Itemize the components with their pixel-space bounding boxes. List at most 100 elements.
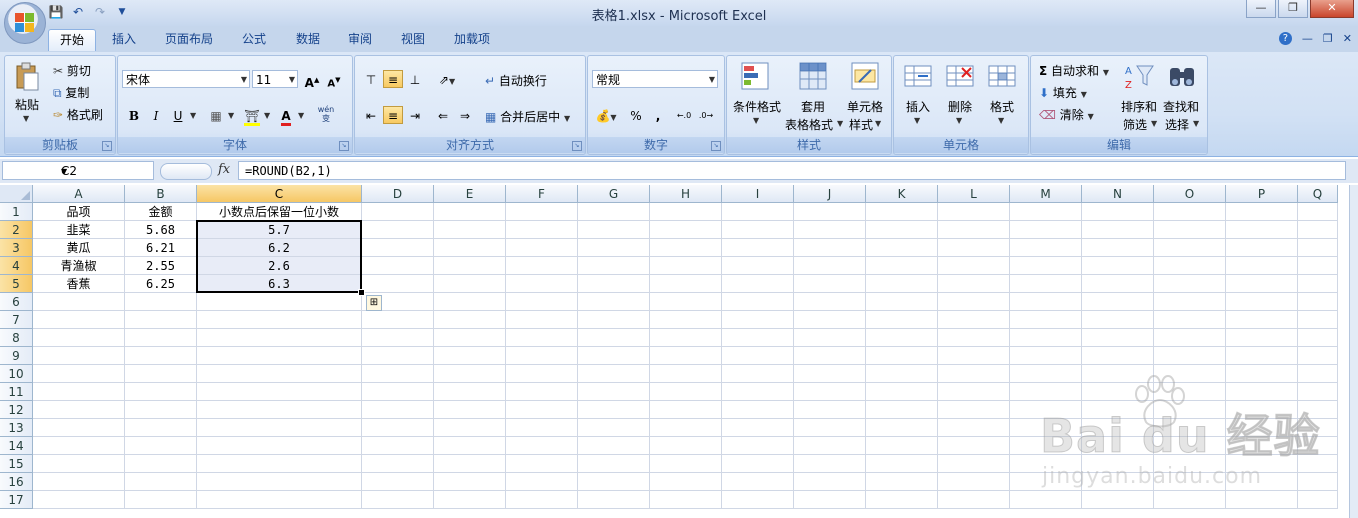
cell-i13[interactable]: [722, 419, 794, 437]
row-header-6[interactable]: 6: [0, 293, 33, 311]
cell-l9[interactable]: [938, 347, 1010, 365]
sort-filter-line1[interactable]: 排序和: [1121, 98, 1157, 115]
row-header-7[interactable]: 7: [0, 311, 33, 329]
font-launcher-icon[interactable]: ↘: [339, 141, 349, 151]
cell-m13[interactable]: [1010, 419, 1082, 437]
cell-p10[interactable]: [1226, 365, 1298, 383]
cell-h16[interactable]: [650, 473, 722, 491]
cell-e16[interactable]: [434, 473, 506, 491]
cell-styles-line2[interactable]: 样式: [849, 116, 873, 133]
cell-l4[interactable]: [938, 257, 1010, 275]
alignment-launcher-icon[interactable]: ↘: [572, 141, 582, 151]
cell-n11[interactable]: [1082, 383, 1154, 401]
tab-formulas[interactable]: 公式: [234, 29, 274, 50]
cell-h17[interactable]: [650, 491, 722, 509]
fill-color-icon[interactable]: ⛩: [242, 106, 262, 126]
number-format-combo[interactable]: 常规 ▼: [592, 70, 718, 88]
column-header-h[interactable]: H: [650, 185, 722, 203]
fill-button[interactable]: ⬇ 填充 ▼: [1039, 84, 1087, 101]
cell-f16[interactable]: [506, 473, 578, 491]
cell-l3[interactable]: [938, 239, 1010, 257]
cell-g9[interactable]: [578, 347, 650, 365]
cell-o14[interactable]: [1154, 437, 1226, 455]
cell-h2[interactable]: [650, 221, 722, 239]
cell-i8[interactable]: [722, 329, 794, 347]
percent-button[interactable]: %: [626, 106, 646, 124]
cell-k17[interactable]: [866, 491, 938, 509]
cell-m1[interactable]: [1010, 203, 1082, 221]
row-header-16[interactable]: 16: [0, 473, 33, 491]
column-header-j[interactable]: J: [794, 185, 866, 203]
cell-j3[interactable]: [794, 239, 866, 257]
cell-e14[interactable]: [434, 437, 506, 455]
cell-k11[interactable]: [866, 383, 938, 401]
cell-c4[interactable]: 2.6: [197, 257, 362, 275]
cell-g11[interactable]: [578, 383, 650, 401]
cell-a12[interactable]: [33, 401, 125, 419]
cell-g15[interactable]: [578, 455, 650, 473]
cell-b13[interactable]: [125, 419, 197, 437]
cell-b14[interactable]: [125, 437, 197, 455]
sort-filter-line2[interactable]: 筛选: [1123, 116, 1147, 133]
cell-q16[interactable]: [1298, 473, 1338, 491]
cell-j12[interactable]: [794, 401, 866, 419]
cell-n17[interactable]: [1082, 491, 1154, 509]
column-header-f[interactable]: F: [506, 185, 578, 203]
cell-a10[interactable]: [33, 365, 125, 383]
cell-p11[interactable]: [1226, 383, 1298, 401]
cell-q4[interactable]: [1298, 257, 1338, 275]
cell-e17[interactable]: [434, 491, 506, 509]
row-header-5[interactable]: 5: [0, 275, 33, 293]
insert-dropdown-icon[interactable]: ▼: [914, 116, 920, 125]
cell-q13[interactable]: [1298, 419, 1338, 437]
conditional-formatting-icon[interactable]: [741, 62, 769, 93]
align-right-icon[interactable]: ⇥: [405, 106, 425, 124]
cell-j16[interactable]: [794, 473, 866, 491]
delete-dropdown-icon[interactable]: ▼: [956, 116, 962, 125]
cell-l8[interactable]: [938, 329, 1010, 347]
cell-e15[interactable]: [434, 455, 506, 473]
underline-dropdown-icon[interactable]: ▼: [190, 111, 196, 120]
cell-g8[interactable]: [578, 329, 650, 347]
cell-i10[interactable]: [722, 365, 794, 383]
cell-f8[interactable]: [506, 329, 578, 347]
comma-button[interactable]: ,: [648, 106, 668, 124]
column-header-m[interactable]: M: [1010, 185, 1082, 203]
underline-button[interactable]: U: [168, 106, 188, 124]
align-bottom-icon[interactable]: ⊥: [405, 70, 425, 88]
find-dropdown-icon[interactable]: ▼: [1193, 119, 1199, 128]
cell-c10[interactable]: [197, 365, 362, 383]
cell-n16[interactable]: [1082, 473, 1154, 491]
format-cells-icon[interactable]: [988, 62, 1016, 93]
cell-g4[interactable]: [578, 257, 650, 275]
cell-o3[interactable]: [1154, 239, 1226, 257]
copy-button[interactable]: ⧉ 复制: [53, 84, 89, 101]
cell-c12[interactable]: [197, 401, 362, 419]
cell-i4[interactable]: [722, 257, 794, 275]
insert-cells-icon[interactable]: [904, 62, 932, 93]
cell-q12[interactable]: [1298, 401, 1338, 419]
cell-c1[interactable]: 小数点后保留一位小数: [197, 203, 362, 221]
conditional-dropdown-icon[interactable]: ▼: [753, 116, 759, 125]
cell-h13[interactable]: [650, 419, 722, 437]
cell-p16[interactable]: [1226, 473, 1298, 491]
cell-o15[interactable]: [1154, 455, 1226, 473]
cell-h10[interactable]: [650, 365, 722, 383]
cell-m6[interactable]: [1010, 293, 1082, 311]
cell-n2[interactable]: [1082, 221, 1154, 239]
cell-l12[interactable]: [938, 401, 1010, 419]
cell-c17[interactable]: [197, 491, 362, 509]
ribbon-restore-icon[interactable]: ❐: [1323, 32, 1333, 45]
cell-d17[interactable]: [362, 491, 434, 509]
cell-c8[interactable]: [197, 329, 362, 347]
cell-d1[interactable]: [362, 203, 434, 221]
orientation-icon[interactable]: ⇗▼: [433, 70, 461, 88]
column-header-d[interactable]: D: [362, 185, 434, 203]
select-all-corner[interactable]: [0, 185, 33, 203]
cell-h4[interactable]: [650, 257, 722, 275]
cell-p12[interactable]: [1226, 401, 1298, 419]
cell-k15[interactable]: [866, 455, 938, 473]
cell-h6[interactable]: [650, 293, 722, 311]
cell-e9[interactable]: [434, 347, 506, 365]
bold-button[interactable]: B: [124, 106, 144, 124]
